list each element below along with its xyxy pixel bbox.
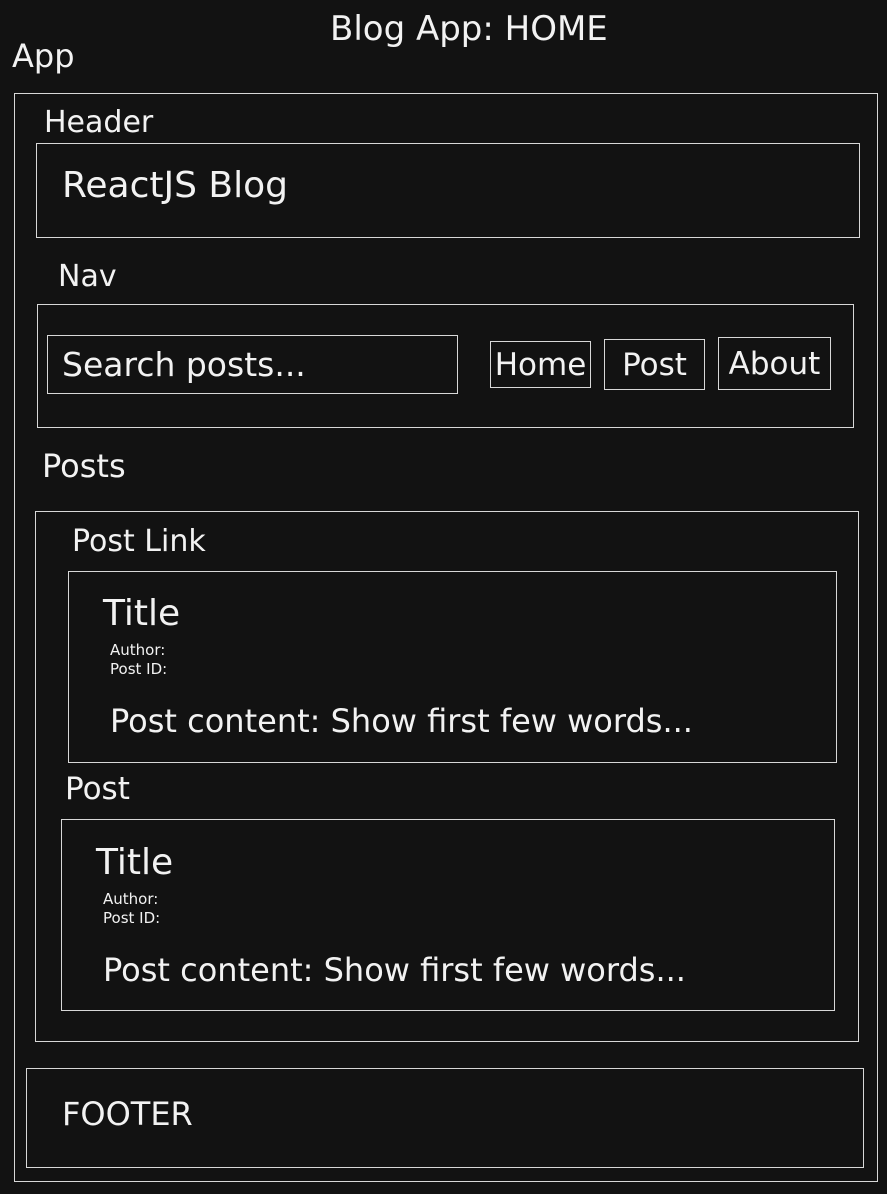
post-author: Author: bbox=[103, 890, 159, 908]
post-link-author: Author: bbox=[110, 641, 166, 659]
nav-post-button[interactable]: Post bbox=[604, 339, 705, 390]
nav-label: Nav bbox=[58, 259, 117, 294]
app-label: App bbox=[12, 37, 75, 75]
footer-text: FOOTER bbox=[62, 1095, 193, 1133]
post-link-label: Post Link bbox=[72, 524, 206, 559]
post-post-id: Post ID: bbox=[103, 909, 161, 927]
post-title: Title bbox=[96, 842, 174, 883]
page-title: Blog App: HOME bbox=[330, 9, 608, 49]
posts-label: Posts bbox=[42, 447, 126, 485]
header-label: Header bbox=[44, 105, 154, 140]
post-label: Post bbox=[65, 771, 130, 807]
nav-about-button[interactable]: About bbox=[718, 337, 831, 390]
post-link-post-id: Post ID: bbox=[110, 660, 168, 678]
search-input[interactable]: Search posts... bbox=[47, 335, 458, 394]
post-link-content: Post content: Show first few words... bbox=[110, 702, 693, 740]
post-content: Post content: Show first few words... bbox=[103, 951, 686, 989]
post-link-title: Title bbox=[103, 593, 181, 634]
blog-title: ReactJS Blog bbox=[62, 165, 289, 206]
nav-home-button[interactable]: Home bbox=[490, 341, 591, 388]
